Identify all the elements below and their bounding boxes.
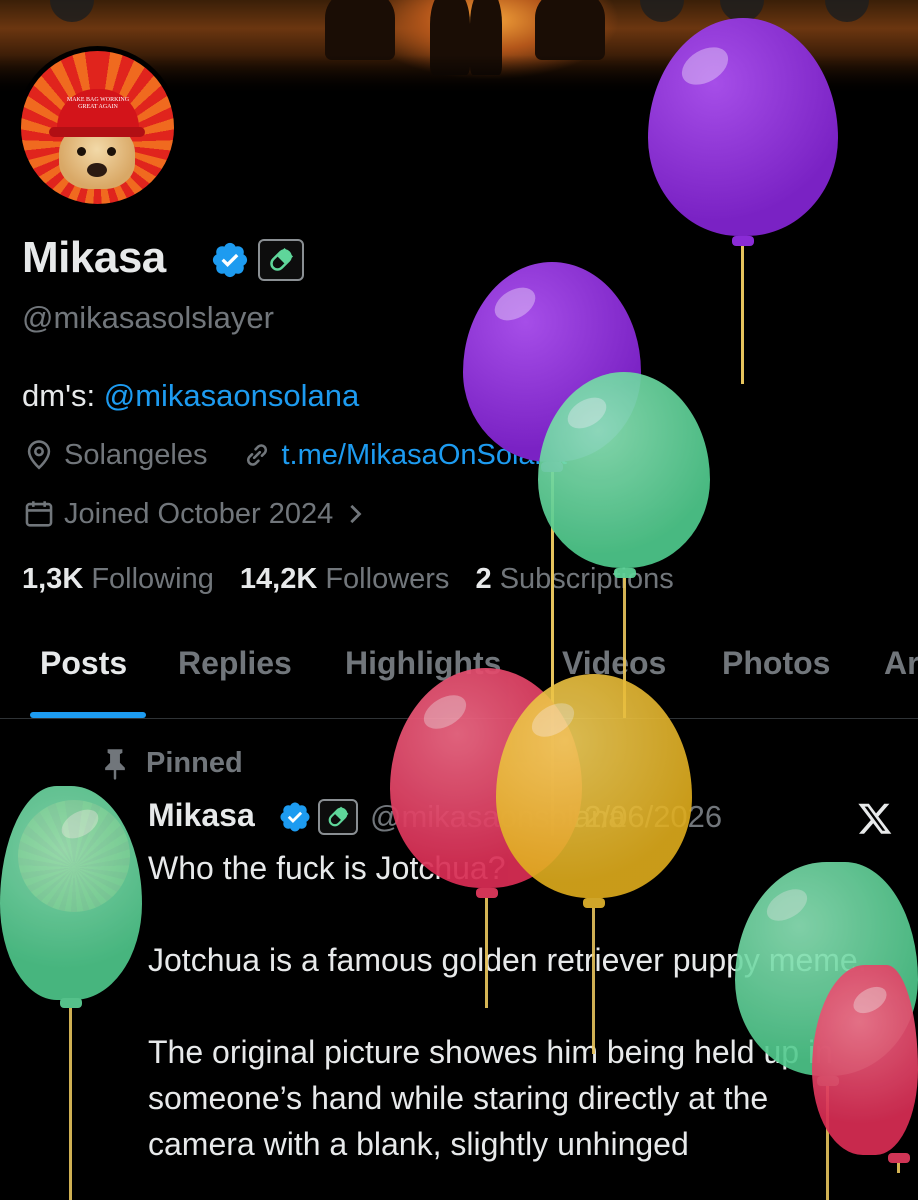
tab-videos[interactable]: Videos [562,645,666,682]
meta-joined-row: Joined October 2024 [22,497,375,531]
location-pin-icon [27,440,51,470]
followers-stat[interactable]: 14,2K Followers [240,563,450,595]
pin-icon [105,748,125,780]
pinned-label: Pinned [146,747,243,779]
pinned-label-row: Pinned [102,747,243,780]
joined-text: Joined October 2024 [64,497,334,530]
meta-location-row: Solangeles t.me/MikasaOnSolana [22,438,567,472]
link-icon [246,444,267,466]
following-stat[interactable]: 1,3K Following [22,563,214,595]
post-paragraph: Who the fuck is Jotchua? [148,850,506,886]
post-author-avatar[interactable] [18,800,130,912]
bio-mention-link[interactable]: @mikasaonsolana [104,378,360,413]
tab-photos[interactable]: Photos [722,645,830,682]
post-paragraph: The original picture showes him being he… [148,1034,833,1162]
active-tab-indicator [30,712,146,718]
profile-handle: @mikasasolslayer [22,300,274,335]
cap-text: MAKE BAG WORKING GREAT AGAIN [66,97,130,110]
subscriptions-stat[interactable]: 2 Subscriptions [476,563,674,595]
x-logo-icon [858,803,892,834]
profile-avatar[interactable]: MAKE BAG WORKING GREAT AGAIN [16,46,179,209]
pill-icon[interactable] [258,239,304,281]
pill-icon[interactable] [318,799,358,835]
profile-stats: 1,3K Following 14,2K Followers 2 Subscri… [22,563,674,596]
tab-articles[interactable]: Ar [884,645,918,682]
tab-replies[interactable]: Replies [178,645,292,682]
profile-link[interactable]: t.me/MikasaOnSolana [282,439,567,472]
chevron-right-icon[interactable] [345,500,367,528]
profile-tabs: Posts Replies Highlights Videos Photos A… [0,645,918,719]
tab-highlights[interactable]: Highlights [345,645,501,682]
profile-name: Mikasa [22,233,166,282]
verified-badge-icon[interactable] [278,800,312,834]
location-text: Solangeles [64,438,208,471]
post-body: Who the fuck is Jotchua? Jotchua is a fa… [148,845,868,1200]
post-date[interactable]: 12/06/2026 [567,799,722,835]
post-paragraph: Jotchua is a famous golden retriever pup… [148,942,867,978]
post-author-name[interactable]: Mikasa [148,797,255,834]
tab-posts[interactable]: Posts [40,645,127,682]
calendar-icon [25,501,53,527]
profile-bio: dm's: @mikasaonsolana [22,378,360,413]
verified-badge-icon[interactable] [210,240,250,280]
